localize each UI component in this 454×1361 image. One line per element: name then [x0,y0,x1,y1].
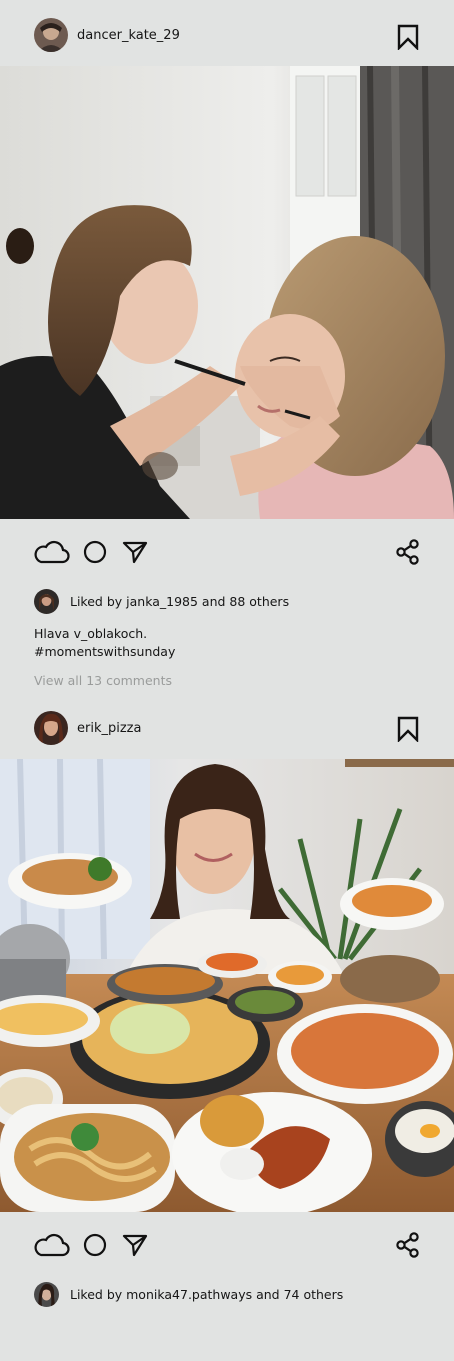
cloud-icon[interactable] [32,1232,70,1258]
bookmark-icon[interactable] [396,24,420,50]
post-photo[interactable] [0,66,454,519]
caption-line: Hlava v_oblakoch. [34,626,148,641]
circle-icon[interactable] [83,540,107,564]
view-comments-link[interactable]: View all 13 comments [34,673,454,688]
post-actions [0,1212,454,1280]
post-photo[interactable] [0,759,454,1212]
post-1: dancer_kate_29 Liked by janka_1985 and 8… [0,0,454,688]
caption-hashtag[interactable]: #momentswithsunday [34,643,454,661]
likes-row: Liked by janka_1985 and 88 others [0,587,454,617]
cloud-icon[interactable] [32,539,70,565]
send-icon[interactable] [122,1233,148,1257]
share-icon[interactable] [396,539,420,565]
circle-icon[interactable] [83,1233,107,1257]
likes-row: Liked by monika47.pathways and 74 others [0,1280,454,1310]
likes-text[interactable]: Liked by janka_1985 and 88 others [70,594,289,609]
username[interactable]: erik_pizza [77,721,141,736]
likes-avatar[interactable] [34,1282,59,1307]
post-actions [0,519,454,587]
avatar[interactable] [34,711,68,745]
post-header: dancer_kate_29 [0,0,454,66]
post-2: erik_pizza Liked by monika47.pathways an… [0,708,454,1310]
avatar[interactable] [34,18,68,52]
caption: Hlava v_oblakoch. #momentswithsunday [0,617,454,661]
likes-text[interactable]: Liked by monika47.pathways and 74 others [70,1287,343,1302]
bookmark-icon[interactable] [396,716,420,742]
likes-avatar[interactable] [34,589,59,614]
username[interactable]: dancer_kate_29 [77,28,180,43]
send-icon[interactable] [122,540,148,564]
share-icon[interactable] [396,1232,420,1258]
